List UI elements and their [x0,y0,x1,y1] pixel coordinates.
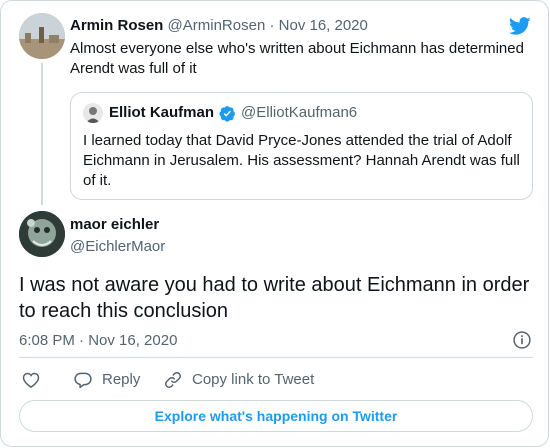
reply-label: Reply [102,371,141,388]
heart-icon [22,372,40,388]
twitter-bird-icon[interactable] [507,15,533,37]
main-author-avatar[interactable] [19,211,65,257]
parent-author-avatar[interactable] [19,13,65,59]
quoted-author-avatar [83,103,103,123]
tweet-embed-card: Armin Rosen @ArminRosen · Nov 16, 2020 A… [0,0,549,447]
quoted-tweet-text: I learned today that David Pryce-Jones a… [83,132,520,189]
parent-separator: · [269,17,275,34]
reply-button[interactable]: Reply [73,370,140,390]
info-icon[interactable] [512,330,532,350]
link-icon [165,372,181,388]
copy-link-button[interactable]: Copy link to Tweet [163,370,314,390]
quoted-tweet-header: Elliot Kaufman @ElliotKaufman6 [109,103,357,123]
tweet-timestamp[interactable]: 6:08 PM · Nov 16, 2020 [19,331,177,351]
copy-link-label: Copy link to Tweet [192,371,315,388]
quoted-author-name: Elliot Kaufman [109,104,215,121]
main-author-name[interactable]: maor eichler [70,215,159,235]
like-button[interactable] [21,370,41,390]
parent-date[interactable]: Nov 16, 2020 [279,17,368,34]
main-tweet-text: I was not aware you had to write about E… [19,274,530,322]
quoted-author-handle: @ElliotKaufman6 [241,104,358,121]
main-author-handle[interactable]: @EichlerMaor [70,237,165,257]
quoted-tweet[interactable]: Elliot Kaufman @ElliotKaufman6 I learned… [70,92,533,200]
action-divider [19,357,533,358]
thread-connector-line [41,63,43,205]
verified-badge-icon [219,105,235,122]
reply-icon [74,372,92,389]
parent-tweet-text: Almost everyone else who's written about… [70,40,524,77]
parent-tweet-header: Armin Rosen @ArminRosen · Nov 16, 2020 [70,16,368,36]
explore-twitter-button[interactable]: Explore what's happening on Twitter [19,400,533,432]
parent-author-handle[interactable]: @ArminRosen [168,17,266,34]
parent-author-name[interactable]: Armin Rosen [70,17,163,34]
